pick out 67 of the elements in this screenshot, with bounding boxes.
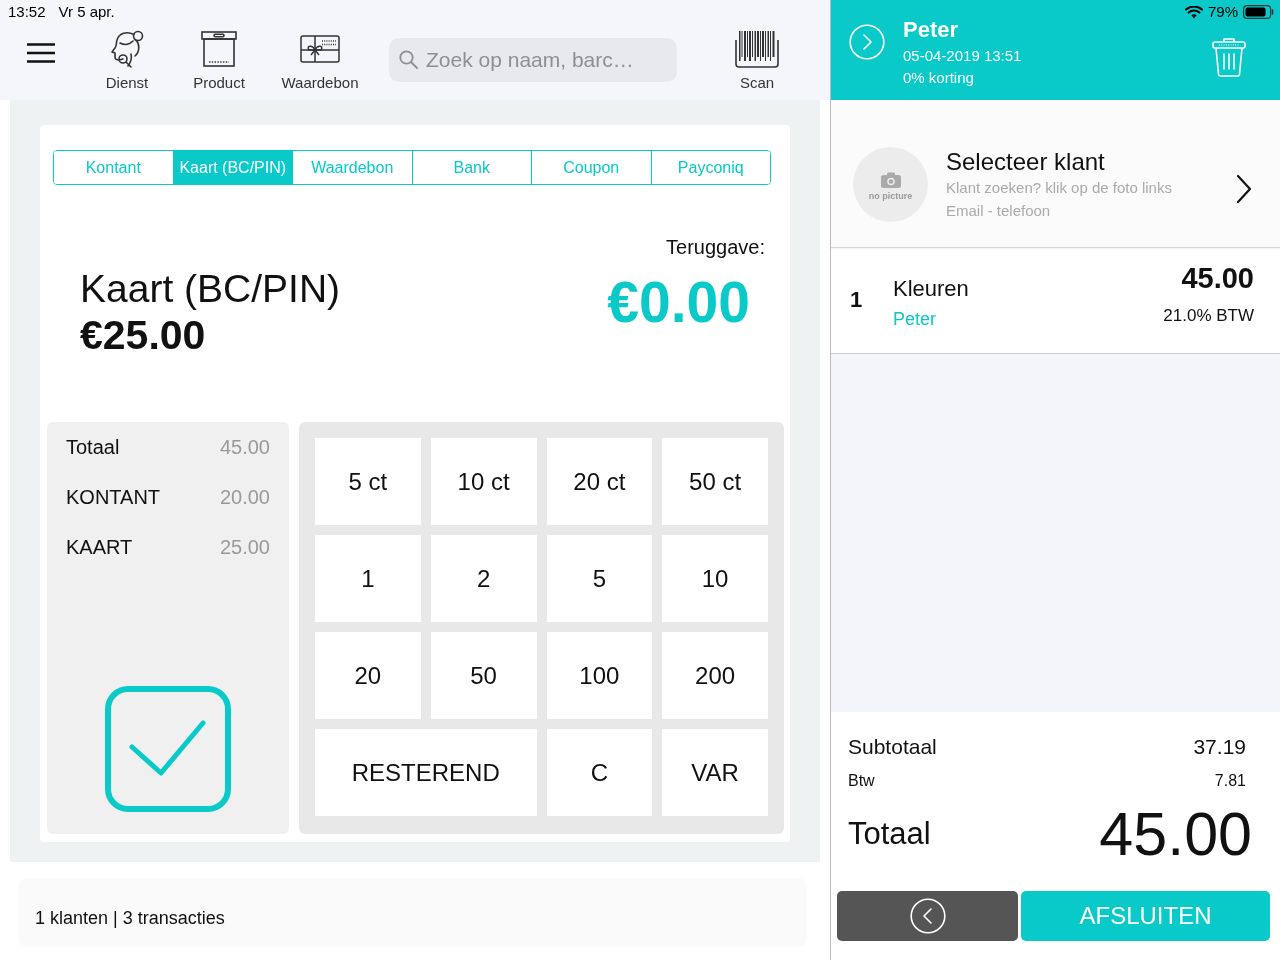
status-time: 13:52	[8, 1, 46, 22]
trash-icon[interactable]	[1212, 37, 1246, 77]
head-profile-icon	[110, 30, 144, 68]
summary-value: 20.00	[219, 485, 270, 510]
customer-hint: Klant zoeken? klik op de foto links	[946, 178, 1172, 198]
summary-label: Totaal	[66, 435, 120, 460]
subtotal-value: 37.19	[1193, 734, 1246, 760]
header-discount: 0% korting	[903, 68, 975, 88]
summary-value: 45.00	[219, 435, 270, 460]
summary-label: KONTANT	[66, 485, 161, 510]
battery-icon	[1243, 5, 1275, 19]
check-square-icon[interactable]	[105, 686, 231, 812]
customer-title: Selecteer klant	[946, 148, 1106, 176]
total-label: Totaal	[848, 814, 931, 853]
keypad-key[interactable]: 5	[546, 535, 653, 622]
keypad-key[interactable]: 20	[315, 632, 421, 719]
keypad-key[interactable]: 2	[430, 535, 537, 622]
header-title: Peter	[903, 18, 960, 42]
battery-percent: 79%	[1207, 1, 1238, 22]
menu-icon[interactable]	[27, 43, 55, 63]
line-price: 45.00	[1181, 261, 1254, 295]
search-icon	[399, 50, 418, 69]
payment-method: Kaart (BC/PIN)	[80, 266, 341, 312]
line-vat: 21.0% BTW	[1163, 305, 1254, 327]
toolbar-button[interactable]: Dienst	[87, 30, 167, 92]
gift-card-icon	[300, 35, 340, 63]
chevron-right-icon[interactable]	[1236, 174, 1252, 204]
keypad-key[interactable]: 200	[662, 632, 768, 719]
customer-contact: Email - telefoon	[946, 201, 1052, 221]
keypad-key[interactable]: RESTEREND	[315, 729, 537, 816]
vat-label: Btw	[848, 771, 875, 791]
keypad-key[interactable]: VAR	[662, 729, 768, 816]
keypad-key[interactable]: 1	[315, 535, 421, 622]
keypad-key[interactable]: 100	[546, 632, 653, 719]
summary-label: KAART	[66, 535, 133, 560]
line-quantity: 1	[850, 286, 864, 314]
line-name: Kleuren	[893, 275, 969, 303]
line-employee: Peter	[893, 308, 938, 331]
barcode-icon	[735, 30, 779, 68]
circled-chevron-icon[interactable]	[849, 24, 885, 60]
vat-value: 7.81	[1214, 771, 1246, 791]
camera-icon	[880, 171, 901, 188]
summary-value: 25.00	[219, 535, 270, 560]
box-icon	[201, 31, 237, 67]
keypad-key[interactable]: C	[546, 729, 653, 816]
keypad-key[interactable]: 20 ct	[546, 438, 653, 525]
back-button[interactable]	[837, 891, 1018, 941]
keypad-key[interactable]: 50	[430, 632, 537, 719]
avatar-label: no picture	[868, 190, 913, 202]
scan-button[interactable]: Scan	[727, 30, 787, 92]
footer-stats: 1 klanten | 3 transacties	[35, 908, 225, 928]
header-datetime: 05-04-2019 13:51	[903, 46, 1022, 66]
toolbar-button[interactable]: Product	[179, 30, 259, 92]
change-label: Teruggave:	[666, 235, 765, 260]
status-date: Vr 5 apr.	[58, 1, 115, 22]
circled-chevron-icon	[909, 898, 946, 934]
keypad-key[interactable]: 10 ct	[430, 438, 537, 525]
subtotal-label: Subtotaal	[848, 734, 937, 760]
toolbar-button[interactable]: Waardebon	[275, 30, 365, 92]
keypad-key[interactable]: 5 ct	[315, 438, 421, 525]
keypad-key[interactable]: 50 ct	[662, 438, 768, 525]
search-field[interactable]: Zoek op naam, barc…	[389, 38, 677, 82]
change-amount: €0.00	[607, 269, 750, 335]
wifi-icon	[1184, 5, 1203, 19]
payment-amount: €25.00	[80, 312, 207, 359]
total-value: 45.00	[1099, 799, 1252, 869]
keypad-key[interactable]: 10	[662, 535, 768, 622]
